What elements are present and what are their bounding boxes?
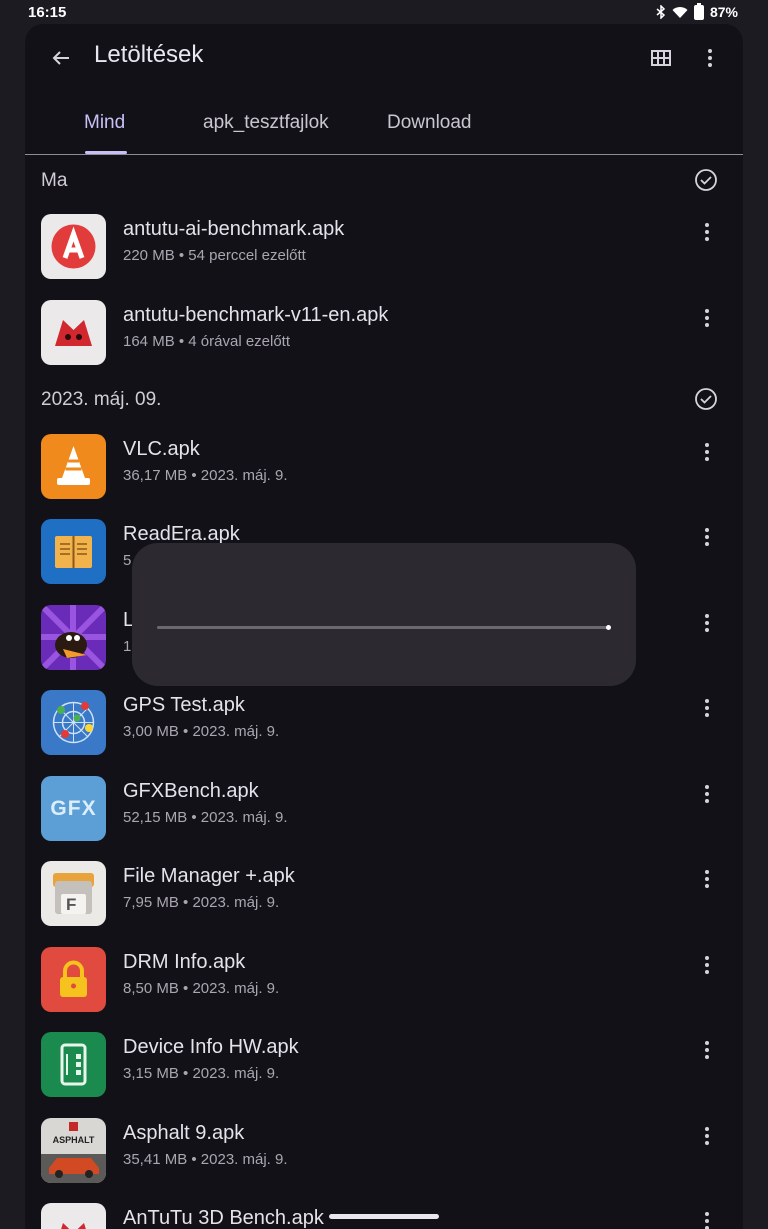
status-bar: 16:15 87% [0,0,768,24]
section-header-today: Ma [25,160,743,200]
file-name: File Manager +.apk [123,865,295,887]
file-name: GFXBench.apk [123,780,259,802]
gps-test-icon [41,690,106,755]
file-meta: 5 [123,552,132,569]
progress-indicator [606,625,611,630]
status-time: 16:15 [28,4,67,21]
more-options-icon[interactable] [695,611,719,635]
file-manager-logo-text: F [66,895,77,914]
select-all-check-icon[interactable] [694,387,718,411]
file-name: AnTuTu 3D Bench.apk [123,1207,324,1229]
file-name: VLC.apk [123,438,200,460]
device-info-icon [41,1032,106,1097]
file-row[interactable]: DRM Info.apk 8,50 MB • 2023. máj. 9. [25,939,743,1024]
tab-apk-tesztfajlok[interactable]: apk_tesztfajlok [203,112,329,134]
page-title: Letöltések [94,41,204,68]
asphalt-icon: ASPHALT [41,1118,106,1183]
antutu-3d-icon [41,1203,106,1229]
game-icon [41,605,106,670]
file-row[interactable]: GPS Test.apk 3,00 MB • 2023. máj. 9. [25,682,743,767]
grid-view-icon[interactable] [649,46,673,70]
active-tab-indicator [85,151,127,154]
more-options-icon[interactable] [695,696,719,720]
app-bar: Letöltések [25,24,743,90]
file-meta: 3,15 MB • 2023. máj. 9. [123,1065,280,1082]
file-manager-icon: F [41,861,106,926]
file-meta: 8,50 MB • 2023. máj. 9. [123,980,280,997]
more-options-icon[interactable] [695,525,719,549]
tab-download[interactable]: Download [387,112,472,134]
file-name: antutu-benchmark-v11-en.apk [123,304,389,326]
file-name: DRM Info.apk [123,951,246,973]
file-name: antutu-ai-benchmark.apk [123,218,345,240]
file-row[interactable]: antutu-benchmark-v11-en.apk 164 MB • 4 ó… [25,292,743,377]
more-options-icon[interactable] [695,782,719,806]
more-options-icon[interactable] [695,1038,719,1062]
tab-mind[interactable]: Mind [84,112,125,134]
more-options-icon[interactable] [695,220,719,244]
file-meta: 7,95 MB • 2023. máj. 9. [123,894,280,911]
file-row[interactable]: AnTuTu 3D Bench.apk [25,1195,743,1229]
file-meta: 164 MB • 4 órával ezelőtt [123,333,291,350]
file-meta: 220 MB • 54 perccel ezelőtt [123,247,306,264]
file-row[interactable]: antutu-ai-benchmark.apk 220 MB • 54 perc… [25,206,743,291]
readera-icon [41,519,106,584]
progress-dialog [132,543,636,686]
more-options-icon[interactable] [695,867,719,891]
progress-bar [157,626,610,629]
file-row[interactable]: F File Manager +.apk 7,95 MB • 2023. máj… [25,853,743,938]
more-options-icon[interactable] [695,306,719,330]
file-name: GPS Test.apk [123,694,245,716]
battery-percent: 87% [709,4,738,20]
bluetooth-icon [656,5,666,19]
file-meta: 36,17 MB • 2023. máj. 9. [123,467,288,484]
more-options-icon[interactable] [695,1209,719,1229]
section-label: 2023. máj. 09. [41,389,162,410]
home-indicator[interactable] [329,1214,439,1219]
gfxbench-icon: GFX [41,776,106,841]
file-meta: 52,15 MB • 2023. máj. 9. [123,809,288,826]
file-name: Device Info HW.apk [123,1036,299,1058]
file-meta: 35,41 MB • 2023. máj. 9. [123,1151,288,1168]
section-header-date: 2023. máj. 09. [25,379,743,419]
tab-bar: Mind apk_tesztfajlok Download [25,96,743,155]
asphalt-logo-text: ASPHALT [52,1135,95,1145]
more-options-icon[interactable] [695,1124,719,1148]
more-options-icon[interactable] [698,46,722,70]
select-all-check-icon[interactable] [694,168,718,192]
file-row[interactable]: VLC.apk 36,17 MB • 2023. máj. 9. [25,426,743,511]
battery-icon [693,2,704,20]
antutu-icon [41,300,106,365]
file-meta: 3,00 MB • 2023. máj. 9. [123,723,280,740]
file-row[interactable]: GFX GFXBench.apk 52,15 MB • 2023. máj. 9… [25,768,743,853]
more-options-icon[interactable] [695,440,719,464]
file-row[interactable]: Device Info HW.apk 3,15 MB • 2023. máj. … [25,1024,743,1109]
lock-icon [41,947,106,1012]
file-row[interactable]: ASPHALT Asphalt 9.apk 35,41 MB • 2023. m… [25,1110,743,1195]
file-name: Asphalt 9.apk [123,1122,245,1144]
vlc-icon [41,434,106,499]
section-label: Ma [41,170,68,191]
gfx-logo-text: GFX [50,796,97,820]
wifi-icon [672,6,688,18]
antutu-ai-icon [41,214,106,279]
back-arrow-icon[interactable] [47,44,75,72]
more-options-icon[interactable] [695,953,719,977]
